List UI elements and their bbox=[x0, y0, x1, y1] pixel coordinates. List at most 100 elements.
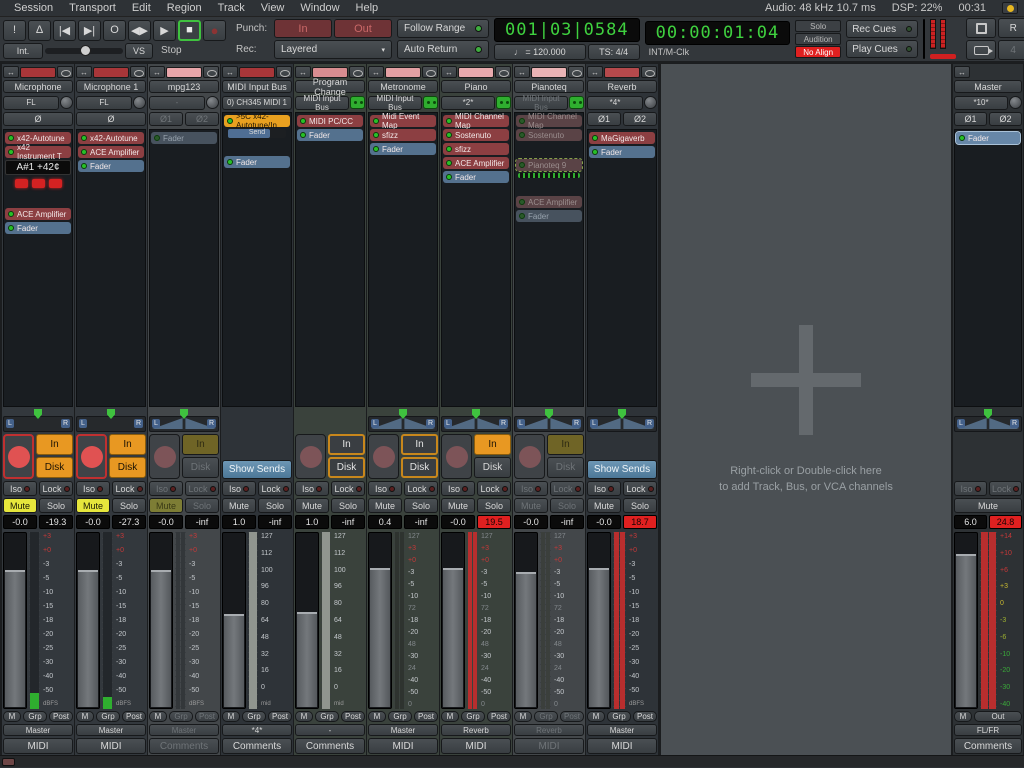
gain-display[interactable]: 1.0 bbox=[295, 515, 329, 529]
peak-display[interactable]: -inf bbox=[331, 515, 365, 529]
processor-active-led[interactable] bbox=[81, 135, 87, 141]
processor-active-led[interactable] bbox=[446, 174, 452, 180]
output-button[interactable]: Master bbox=[76, 724, 146, 736]
strip-width-button[interactable]: ↔ bbox=[368, 66, 384, 78]
mute-button[interactable]: Mute bbox=[295, 498, 329, 513]
fader-processor[interactable]: Fader bbox=[224, 156, 290, 168]
processor-box[interactable]: x42-AutotuneACE AmplifierFader bbox=[76, 129, 146, 407]
menu-transport[interactable]: Transport bbox=[61, 2, 124, 14]
strip-hide-icon[interactable] bbox=[495, 66, 511, 78]
fader-processor[interactable]: Fader bbox=[589, 146, 655, 158]
group-button[interactable]: Grp bbox=[534, 711, 558, 722]
fader-lock-button[interactable]: Lock bbox=[550, 481, 584, 496]
fader-processor[interactable]: Fader bbox=[151, 132, 217, 144]
strip-color-record-blob[interactable] bbox=[239, 67, 275, 78]
solo-isolate-button[interactable]: Iso bbox=[3, 481, 37, 496]
mute-button[interactable]: Mute bbox=[954, 498, 1022, 513]
solo-isolate-button[interactable]: Iso bbox=[76, 481, 110, 496]
processor-active-led[interactable] bbox=[446, 160, 452, 166]
monitor-input-button[interactable]: In bbox=[328, 434, 365, 455]
output-button[interactable]: Master bbox=[149, 724, 219, 736]
follow-range-button[interactable]: Follow Range bbox=[397, 19, 489, 38]
fader-lock-button[interactable]: Lock bbox=[258, 481, 292, 496]
processor-active-led[interactable] bbox=[592, 149, 598, 155]
solo-isolate-button[interactable]: Iso bbox=[514, 481, 548, 496]
midi-panel-button[interactable]: MIDI bbox=[587, 738, 657, 754]
strip-hide-icon[interactable] bbox=[568, 66, 584, 78]
meter-point-button[interactable]: Post bbox=[341, 711, 365, 722]
play-button[interactable]: ▶ bbox=[153, 20, 176, 41]
monitor-disk-button[interactable]: Disk bbox=[182, 457, 219, 478]
processor-active-led[interactable] bbox=[8, 135, 14, 141]
send-level-slider[interactable]: Send bbox=[228, 129, 286, 138]
record-enable-button[interactable] bbox=[149, 434, 180, 479]
processor-active-led[interactable] bbox=[373, 118, 379, 124]
solo-button[interactable]: Solo bbox=[477, 498, 511, 513]
mute-button[interactable]: Mute bbox=[76, 498, 110, 513]
peak-display[interactable]: -inf bbox=[185, 515, 219, 529]
gain-display[interactable]: -0.0 bbox=[3, 515, 37, 529]
mute-button[interactable]: Mute bbox=[514, 498, 548, 513]
solo-isolate-button[interactable]: Iso bbox=[587, 481, 621, 496]
gain-display[interactable]: -0.0 bbox=[149, 515, 183, 529]
processor-active-led[interactable] bbox=[446, 146, 452, 152]
processor-box[interactable]: MIDI PC/CCFader bbox=[295, 112, 365, 407]
processor-active-led[interactable] bbox=[300, 132, 306, 138]
processor-active-led[interactable] bbox=[519, 213, 525, 219]
show-sends-button[interactable]: Show Sends bbox=[587, 460, 657, 479]
peak-display[interactable]: -inf bbox=[550, 515, 584, 529]
monitor-disk-button[interactable]: Disk bbox=[36, 457, 73, 478]
input-button[interactable]: - bbox=[149, 96, 205, 110]
phase-invert-button[interactable]: Ø bbox=[76, 112, 146, 126]
processor-midi-channel-map[interactable]: MIDI Channel Map bbox=[516, 115, 582, 127]
fader-processor[interactable]: Fader bbox=[956, 132, 1020, 144]
fader-lock-button[interactable]: Lock bbox=[39, 481, 73, 496]
trim-knob[interactable] bbox=[60, 96, 73, 109]
processor-ace-amplifier[interactable]: ACE Amplifier bbox=[516, 196, 582, 208]
metering-point-m-button[interactable]: M bbox=[954, 711, 972, 722]
processor-box[interactable]: MIDI Channel MapSostenutoPianoteq 9ACE A… bbox=[514, 112, 584, 407]
monitor-section-button[interactable] bbox=[966, 18, 996, 38]
monitor-input-button[interactable]: In bbox=[36, 434, 73, 455]
channel-fader[interactable] bbox=[954, 532, 978, 709]
mini-timeline[interactable]: start end 1|00|00 21|00|00 bbox=[923, 19, 925, 59]
play-cues-button[interactable]: Play Cues bbox=[846, 40, 918, 58]
comments-button[interactable]: Comments bbox=[295, 738, 365, 754]
play-range-button[interactable]: ◀▶ bbox=[128, 20, 151, 41]
midi-panel-button[interactable]: MIDI bbox=[368, 738, 438, 754]
trim-knob[interactable] bbox=[644, 96, 657, 109]
monitor-input-button[interactable]: In bbox=[474, 434, 511, 455]
add-track-area[interactable]: Right-click or Double-click here to add … bbox=[661, 64, 951, 755]
monitor-disk-button[interactable]: Disk bbox=[109, 457, 146, 478]
fader-lock-button[interactable]: Lock bbox=[404, 481, 438, 496]
processor-active-led[interactable] bbox=[8, 149, 14, 155]
solo-button[interactable]: Solo bbox=[112, 498, 146, 513]
channel-fader[interactable] bbox=[76, 532, 100, 709]
input-button[interactable]: MIDI Input Bus bbox=[295, 96, 349, 110]
solo-button[interactable]: Solo bbox=[550, 498, 584, 513]
channel-fader[interactable] bbox=[514, 532, 538, 709]
strip-width-button[interactable]: ↔ bbox=[587, 66, 603, 78]
trim-knob[interactable] bbox=[1009, 96, 1022, 109]
meter-point-button[interactable]: Post bbox=[487, 711, 511, 722]
phase-invert-button[interactable]: Ø2 bbox=[989, 112, 1022, 126]
peak-display[interactable]: 24.8 bbox=[989, 515, 1022, 529]
mute-button[interactable]: Mute bbox=[3, 498, 37, 513]
solo-isolate-button[interactable]: Iso bbox=[149, 481, 183, 496]
midi-panel-button[interactable]: MIDI bbox=[76, 738, 146, 754]
strip-width-button[interactable]: ↔ bbox=[76, 66, 92, 78]
processor-midi-pc-cc[interactable]: MIDI PC/CC bbox=[297, 115, 363, 127]
fader-lock-button[interactable]: Lock bbox=[112, 481, 146, 496]
processor-active-led[interactable] bbox=[519, 132, 525, 138]
meter-point-button[interactable]: Post bbox=[195, 711, 219, 722]
mute-button[interactable]: Mute bbox=[368, 498, 402, 513]
cue-layer-button[interactable] bbox=[966, 40, 996, 60]
strip-width-button[interactable]: ↔ bbox=[149, 66, 165, 78]
peak-display[interactable]: -inf bbox=[258, 515, 292, 529]
processor-box[interactable]: MIDI Channel MapSostenutosfizzACE Amplif… bbox=[441, 112, 511, 407]
fader-lock-button[interactable]: Lock bbox=[623, 481, 657, 496]
monitor-disk-button[interactable]: Disk bbox=[547, 457, 584, 478]
fader-lock-button[interactable]: Lock bbox=[185, 481, 219, 496]
secondary-clock[interactable]: 00:00:01:04 bbox=[645, 21, 791, 45]
time-signature-button[interactable]: TS: 4/4 bbox=[588, 44, 640, 60]
